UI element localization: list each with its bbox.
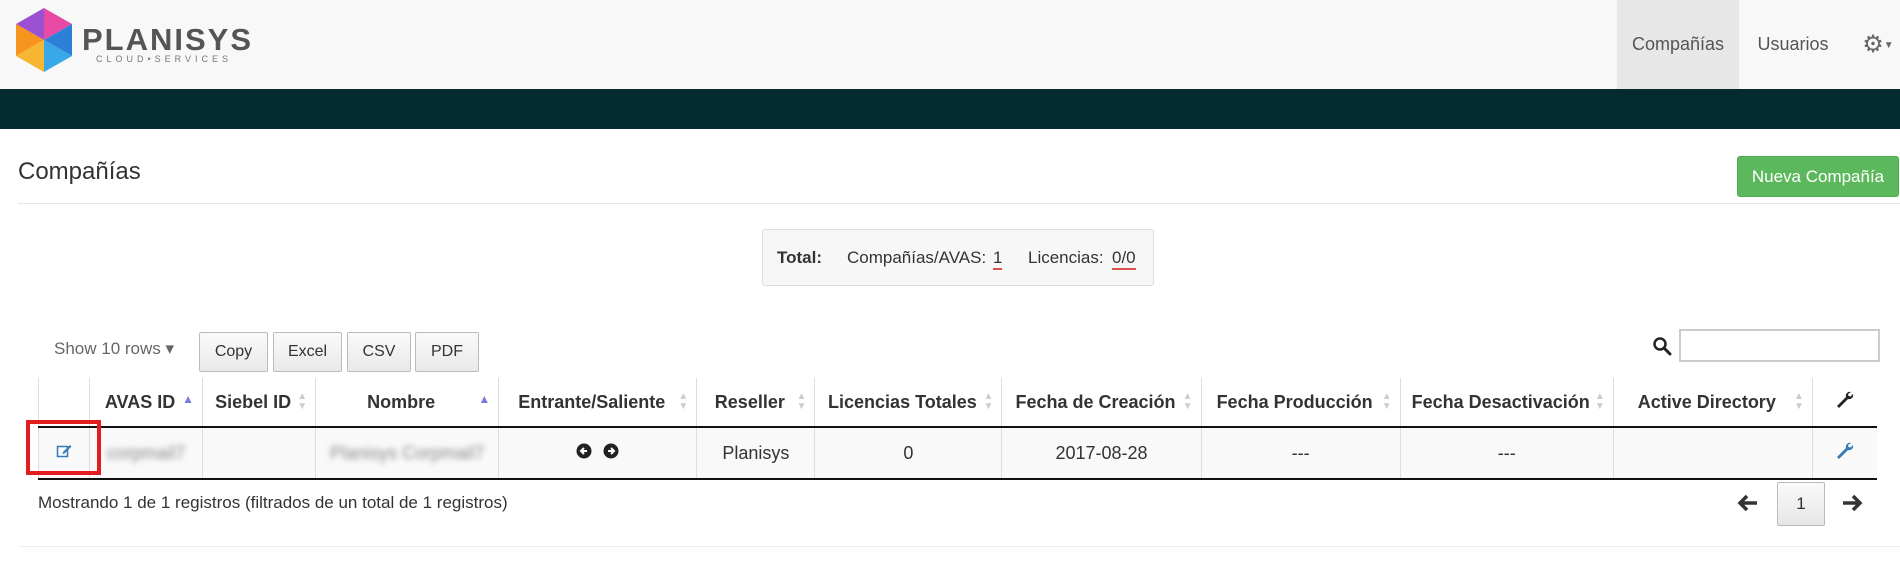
sort-asc-icon: ▲ — [478, 392, 491, 406]
col-label: Entrante/Saliente — [518, 391, 666, 412]
sort-icon: ▲ ▼ — [1793, 391, 1804, 412]
top-navbar: PLANISYS CLOUD•SERVICES Compañías Usuari… — [0, 0, 1900, 89]
copy-button[interactable]: Copy — [199, 332, 268, 372]
col-label: Fecha Desactivación — [1411, 391, 1590, 412]
col-header-active-directory[interactable]: Active Directory ▲ ▼ — [1612, 378, 1813, 428]
avas-id: corpmail7 — [107, 442, 186, 463]
nombre-cell: Planisys Corpmail7 — [315, 427, 499, 480]
settings-dropdown[interactable]: ⚙▼ — [1856, 0, 1900, 89]
company-name: Planisys Corpmail7 — [330, 442, 485, 463]
totals-panel: Total: Compañías/AVAS: 1 Licencias: 0/0 — [762, 229, 1154, 286]
col-header-entrante-saliente[interactable]: Entrante/Saliente ▲ ▼ — [498, 378, 697, 428]
sort-icon: ▲ ▼ — [1594, 391, 1605, 412]
header-band — [0, 89, 1900, 129]
col-header-siebel-id[interactable]: Siebel ID ▲ ▼ — [202, 378, 316, 428]
page-title: Compañías — [18, 158, 141, 185]
nav-item-companias[interactable]: Compañías — [1617, 0, 1739, 89]
col-label: Siebel ID — [215, 391, 292, 412]
show-rows-dropdown[interactable]: Show 10 rows ▾ — [54, 339, 174, 359]
table-header-row: AVAS ID ▲ Siebel ID ▲ ▼ Nombre ▲ Entrante/Sa… — [37, 378, 1877, 428]
sort-icon: ▲ ▼ — [983, 391, 994, 412]
highlight-box — [26, 420, 101, 475]
col-label: Nombre — [367, 391, 436, 412]
siebel-id-cell — [202, 427, 316, 480]
arrow-right-icon[interactable] — [1840, 490, 1864, 516]
wrench-icon[interactable] — [1836, 442, 1854, 460]
licenses-count: 0/0 — [1112, 248, 1136, 270]
search-input[interactable] — [1679, 329, 1880, 362]
licenses-label: Licencias: — [1028, 248, 1104, 267]
col-header-fecha-produccion[interactable]: Fecha Producción ▲ ▼ — [1200, 378, 1401, 428]
search-icon — [1653, 337, 1672, 356]
tools-cell — [1811, 427, 1877, 480]
fecha-creacion-cell: 2017-08-28 — [1001, 427, 1202, 480]
sort-asc-icon: ▲ — [182, 392, 195, 406]
csv-button[interactable]: CSV — [347, 332, 411, 372]
hexagon-logo-icon — [16, 8, 72, 72]
reseller-cell: Planisys — [696, 427, 815, 480]
divider — [18, 203, 1900, 204]
col-label: Active Directory — [1637, 391, 1776, 412]
nav-item-usuarios[interactable]: Usuarios — [1739, 0, 1847, 89]
col-header-nombre[interactable]: Nombre ▲ — [315, 378, 499, 428]
caret-down-icon: ▼ — [1883, 40, 1894, 52]
divider — [18, 546, 1900, 547]
sort-icon: ▲ ▼ — [297, 391, 308, 412]
arrow-left-circle-icon[interactable] — [576, 443, 592, 459]
fecha-produccion-cell: --- — [1200, 427, 1401, 480]
col-header-fecha-creacion[interactable]: Fecha de Creación ▲ ▼ — [1001, 378, 1202, 428]
brand-name: PLANISYS — [82, 22, 254, 57]
sort-icon: ▲ ▼ — [796, 391, 807, 412]
col-label: Licencias Totales — [828, 391, 977, 412]
col-label: AVAS ID — [104, 391, 176, 412]
col-header-licencias-totales[interactable]: Licencias Totales ▲ ▼ — [814, 378, 1002, 428]
licencias-cell: 0 — [814, 427, 1002, 480]
pdf-button[interactable]: PDF — [415, 332, 479, 372]
col-label: Fecha de Creación — [1015, 391, 1176, 412]
excel-button[interactable]: Excel — [273, 332, 342, 372]
arrow-right-circle-icon[interactable] — [603, 443, 619, 459]
new-company-button[interactable]: Nueva Compañía — [1737, 156, 1899, 197]
sort-icon: ▲ ▼ — [678, 391, 689, 412]
col-header-avas-id[interactable]: AVAS ID ▲ — [89, 378, 203, 428]
col-header-reseller[interactable]: Reseller ▲ ▼ — [696, 378, 815, 428]
companies-table: AVAS ID ▲ Siebel ID ▲ ▼ Nombre ▲ Entrante/Sa… — [37, 378, 1877, 480]
active-directory-cell — [1612, 427, 1813, 480]
sort-icon: ▲ ▼ — [1182, 391, 1193, 412]
fecha-desactivacion-cell: --- — [1399, 427, 1614, 480]
gear-icon: ⚙ — [1862, 31, 1884, 58]
totals-label: Total: — [777, 248, 823, 267]
companies-count: 1 — [993, 248, 1003, 270]
wrench-icon — [1836, 391, 1854, 408]
direction-cell — [498, 427, 697, 480]
col-header-tools — [1811, 378, 1877, 428]
brand-tagline: CLOUD•SERVICES — [96, 54, 233, 64]
sort-icon: ▲ ▼ — [1381, 391, 1392, 412]
table-info: Mostrando 1 de 1 registros (filtrados de… — [38, 493, 508, 512]
table-row: corpmail7 Planisys Corpmail7 Planisys 0 … — [37, 427, 1877, 480]
col-label: Fecha Producción — [1216, 391, 1373, 412]
col-header-fecha-desactivacion[interactable]: Fecha Desactivación ▲ ▼ — [1399, 378, 1614, 428]
brand-logo[interactable]: PLANISYS CLOUD•SERVICES — [16, 8, 251, 76]
col-label: Reseller — [714, 391, 785, 412]
companies-label: Compañías/AVAS: — [847, 248, 987, 267]
page-number-button[interactable]: 1 — [1777, 482, 1825, 526]
avas-id-cell: corpmail7 — [89, 427, 203, 480]
arrow-left-icon[interactable] — [1736, 490, 1760, 516]
